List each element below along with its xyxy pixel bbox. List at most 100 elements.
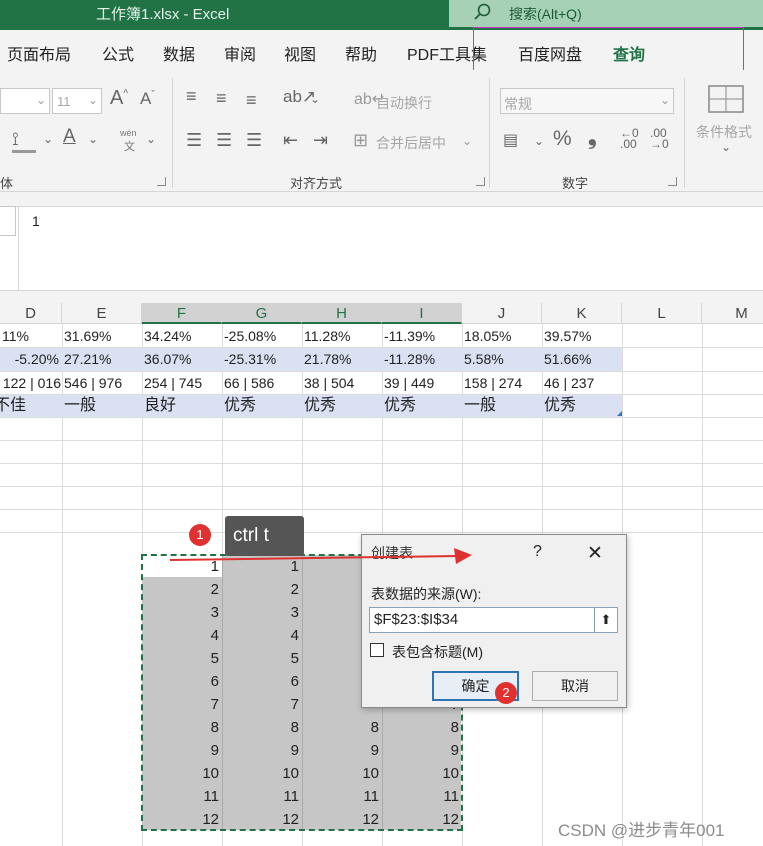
table-cell[interactable]: 34.24% (142, 325, 222, 347)
increase-decimal-icon[interactable]: ←0.00 (620, 127, 639, 150)
table-cell[interactable]: 不佳 (0, 395, 62, 417)
column-header-l[interactable]: L (622, 303, 702, 324)
column-header-j[interactable]: J (462, 303, 542, 324)
chevron-down-icon[interactable]: ⌄ (462, 134, 472, 148)
table-cell[interactable]: 11.28% (302, 325, 382, 347)
align-bottom-icon[interactable]: ≡ (246, 90, 257, 111)
search-icon[interactable] (472, 2, 492, 22)
table-cell[interactable]: 158 | 274 (462, 372, 542, 394)
align-middle-icon[interactable]: ≡ (216, 88, 227, 109)
conditional-format-label[interactable]: 条件格式 (696, 122, 752, 142)
table-cell[interactable]: 36.07% (142, 348, 222, 370)
table-cell[interactable]: 66 | 586 (222, 372, 302, 394)
column-header-m[interactable]: M (702, 303, 763, 324)
align-top-icon[interactable]: ≡ (186, 86, 197, 107)
annotation-arrow-icon (170, 548, 472, 564)
phonetic-guide-icon[interactable]: wén (120, 128, 137, 138)
table-cell[interactable]: 优秀 (382, 395, 462, 417)
fill-color-icon[interactable]: ⟟ (12, 129, 19, 150)
decrease-decimal-icon[interactable]: .00 →0 (650, 127, 669, 150)
table-cell[interactable]: -25.31% (222, 348, 302, 370)
table-cell[interactable]: 46 | 237 (542, 372, 622, 394)
merge-center-label[interactable]: 合并后居中 (376, 133, 446, 153)
table-cell[interactable]: 一般 (62, 395, 142, 417)
table-cell[interactable]: 一般 (462, 395, 542, 417)
search-placeholder[interactable]: 搜索(Alt+Q) (509, 4, 582, 24)
dialog-launcher-icon[interactable] (668, 177, 677, 186)
table-cell[interactable]: 39.57% (542, 325, 622, 347)
font-grow-icon[interactable]: A^ (110, 87, 128, 110)
column-header-g[interactable]: G (222, 303, 302, 324)
tab-data[interactable]: 数据 (163, 41, 195, 65)
column-header-k[interactable]: K (542, 303, 622, 324)
table-cell[interactable]: 31.69% (62, 325, 142, 347)
chevron-down-icon[interactable]: ⌄ (310, 92, 320, 106)
column-header-h[interactable]: H (302, 303, 382, 324)
align-left-icon[interactable]: ☰ (186, 130, 202, 151)
increase-indent-icon[interactable]: ⇥ (313, 130, 328, 151)
chevron-down-icon[interactable]: ⌄ (43, 132, 53, 146)
comma-style-icon[interactable]: ❟ (588, 124, 597, 150)
font-name-dropdown[interactable]: ⌄ (0, 88, 50, 114)
column-header-f[interactable]: F (142, 303, 222, 324)
font-color-icon[interactable]: A (63, 126, 76, 148)
align-center-icon[interactable]: ☰ (216, 130, 232, 151)
column-header-e[interactable]: E (62, 303, 142, 324)
window-title: 工作簿1.xlsx - Excel (96, 6, 230, 23)
table-cell[interactable]: 优秀 (302, 395, 382, 417)
chevron-down-icon[interactable]: ⌄ (88, 132, 98, 146)
align-right-icon[interactable]: ☰ (246, 130, 262, 151)
decrease-indent-icon[interactable]: ⇤ (283, 130, 298, 151)
chevron-down-icon[interactable]: ⌄ (721, 140, 731, 154)
dialog-launcher-icon[interactable] (476, 177, 485, 186)
gridline (0, 486, 763, 487)
column-header-i[interactable]: I (382, 303, 462, 324)
table-cell[interactable]: 优秀 (542, 395, 622, 417)
table-cell[interactable]: 27.21% (62, 348, 142, 370)
has-headers-label[interactable]: 表包含标题(M) (392, 642, 483, 662)
accounting-format-icon[interactable]: ▤ (503, 130, 518, 150)
table-cell[interactable]: 39 | 449 (382, 372, 462, 394)
font-size-dropdown[interactable]: 11 ⌄ (52, 88, 102, 114)
table-cell[interactable]: -25.08% (222, 325, 302, 347)
collapse-dialog-icon[interactable]: ⬆ (594, 607, 618, 633)
font-shrink-icon[interactable]: Aˇ (140, 89, 155, 109)
cancel-button[interactable]: 取消 (532, 671, 618, 701)
table-cell[interactable]: 254 | 745 (142, 372, 222, 394)
table-cell[interactable]: 38 | 504 (302, 372, 382, 394)
tab-review[interactable]: 审阅 (224, 41, 256, 65)
close-icon[interactable]: ✕ (587, 542, 603, 565)
conditional-format-icon[interactable] (707, 84, 745, 114)
table-cell[interactable]: 良好 (142, 395, 222, 417)
percent-style-icon[interactable]: % (553, 127, 572, 151)
formula-bar-value[interactable]: 1 (32, 213, 40, 229)
table-cell[interactable]: -11.39% (382, 325, 462, 347)
table-cell[interactable]: 11% (0, 325, 62, 347)
number-format-dropdown[interactable]: 常规 ⌄ (500, 88, 674, 114)
tab-view[interactable]: 视图 (284, 41, 316, 65)
tab-formulas[interactable]: 公式 (102, 41, 134, 65)
merge-center-icon[interactable]: ⊞ (353, 130, 368, 151)
table-cell[interactable]: -5.20% (0, 348, 62, 370)
tab-page-layout[interactable]: 页面布局 (7, 41, 71, 65)
table-cell[interactable]: 21.78% (302, 348, 382, 370)
table-cell[interactable]: 51.66% (542, 348, 622, 370)
tab-help[interactable]: 帮助 (345, 41, 377, 65)
table-cell[interactable]: 546 | 976 (62, 372, 142, 394)
column-header-d[interactable]: D (0, 303, 62, 324)
range-input[interactable]: $F$23:$I$34 (369, 607, 595, 633)
has-headers-checkbox[interactable] (370, 643, 384, 657)
help-icon[interactable]: ? (533, 543, 542, 561)
table-cell[interactable]: 5.58% (462, 348, 542, 370)
table-cell[interactable]: 优秀 (222, 395, 302, 417)
search-box[interactable] (449, 0, 763, 27)
table-cell[interactable]: -11.28% (382, 348, 462, 370)
table-cell[interactable]: 18.05% (462, 325, 542, 347)
wrap-text-label[interactable]: 自动换行 (376, 93, 432, 113)
dialog-launcher-icon[interactable] (157, 177, 166, 186)
chevron-down-icon[interactable]: ⌄ (534, 134, 544, 148)
formula-bar[interactable] (0, 206, 763, 291)
table-cell[interactable]: 016 | 122 (0, 372, 62, 394)
chevron-down-icon[interactable]: ⌄ (146, 132, 156, 146)
name-box[interactable] (0, 206, 16, 236)
